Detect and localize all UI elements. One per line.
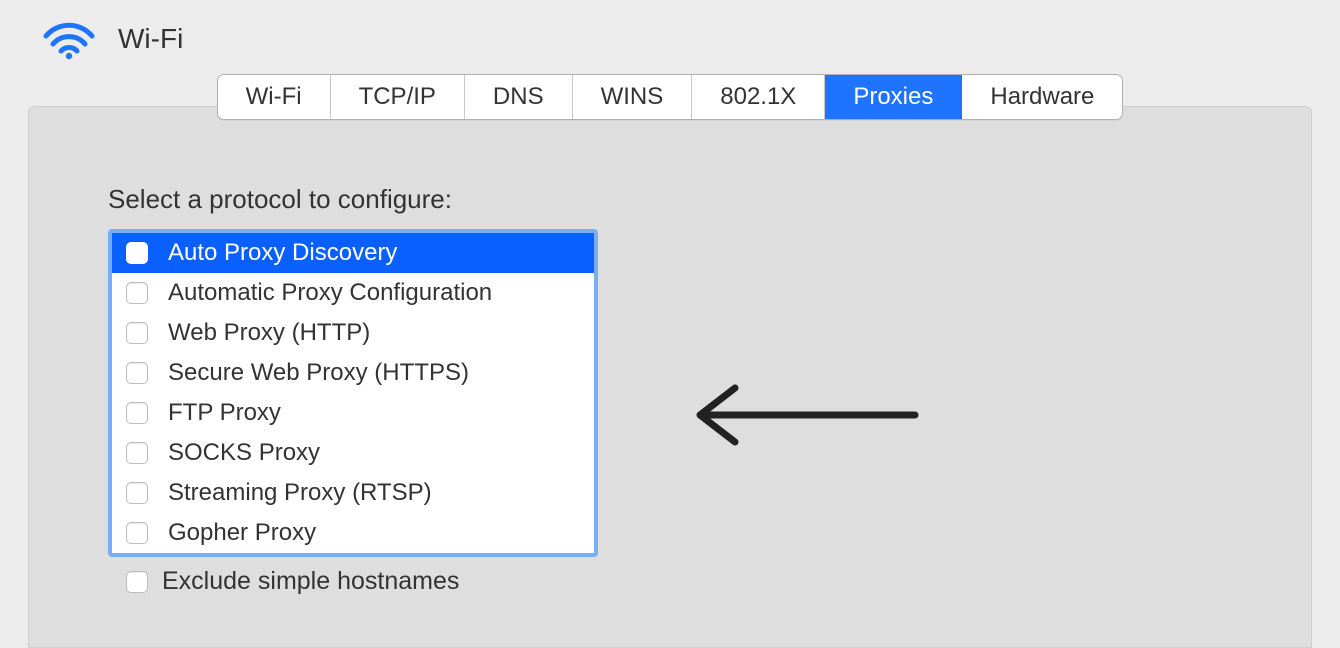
protocol-label: Secure Web Proxy (HTTPS) [168,359,469,387]
protocol-label: Automatic Proxy Configuration [168,279,492,307]
protocol-label: FTP Proxy [168,399,281,427]
protocol-section-label: Select a protocol to configure: [108,184,1232,215]
protocol-item-gopher[interactable]: Gopher Proxy [112,513,594,553]
protocol-checkbox[interactable] [126,362,148,384]
protocol-item-socks[interactable]: SOCKS Proxy [112,433,594,473]
protocol-item-rtsp[interactable]: Streaming Proxy (RTSP) [112,473,594,513]
wifi-icon [40,18,98,60]
protocol-label: SOCKS Proxy [168,439,320,467]
protocol-checkbox[interactable] [126,282,148,304]
protocol-checkbox[interactable] [126,322,148,344]
tab-tcpip[interactable]: TCP/IP [331,75,465,119]
annotation-arrow-icon [685,380,925,455]
tab-bar: Wi-Fi TCP/IP DNS WINS 802.1X Proxies Har… [0,74,1340,120]
tab-proxies[interactable]: Proxies [825,75,962,119]
tab-hardware[interactable]: Hardware [962,75,1122,119]
protocol-label: Web Proxy (HTTP) [168,319,370,347]
protocol-item-auto-discovery[interactable]: Auto Proxy Discovery [112,233,594,273]
content-area: Select a protocol to configure: Auto Pro… [28,128,1312,648]
protocol-list[interactable]: Auto Proxy Discovery Automatic Proxy Con… [108,229,598,557]
protocol-label: Streaming Proxy (RTSP) [168,479,432,507]
exclude-checkbox[interactable] [126,571,148,593]
protocol-item-auto-config[interactable]: Automatic Proxy Configuration [112,273,594,313]
tab-wins[interactable]: WINS [573,75,693,119]
protocol-label: Auto Proxy Discovery [168,239,397,267]
tab-dns[interactable]: DNS [465,75,573,119]
tab-wifi[interactable]: Wi-Fi [218,75,331,119]
protocol-checkbox[interactable] [126,482,148,504]
protocol-checkbox[interactable] [126,242,148,264]
header: Wi-Fi [0,0,1340,70]
protocol-item-http[interactable]: Web Proxy (HTTP) [112,313,594,353]
exclude-hostnames-row[interactable]: Exclude simple hostnames [108,567,1232,596]
protocol-checkbox[interactable] [126,522,148,544]
protocol-label: Gopher Proxy [168,519,316,547]
exclude-label: Exclude simple hostnames [162,567,459,596]
protocol-item-ftp[interactable]: FTP Proxy [112,393,594,433]
protocol-checkbox[interactable] [126,402,148,424]
protocol-item-https[interactable]: Secure Web Proxy (HTTPS) [112,353,594,393]
tab-8021x[interactable]: 802.1X [692,75,825,119]
protocol-checkbox[interactable] [126,442,148,464]
page-title: Wi-Fi [118,23,183,55]
